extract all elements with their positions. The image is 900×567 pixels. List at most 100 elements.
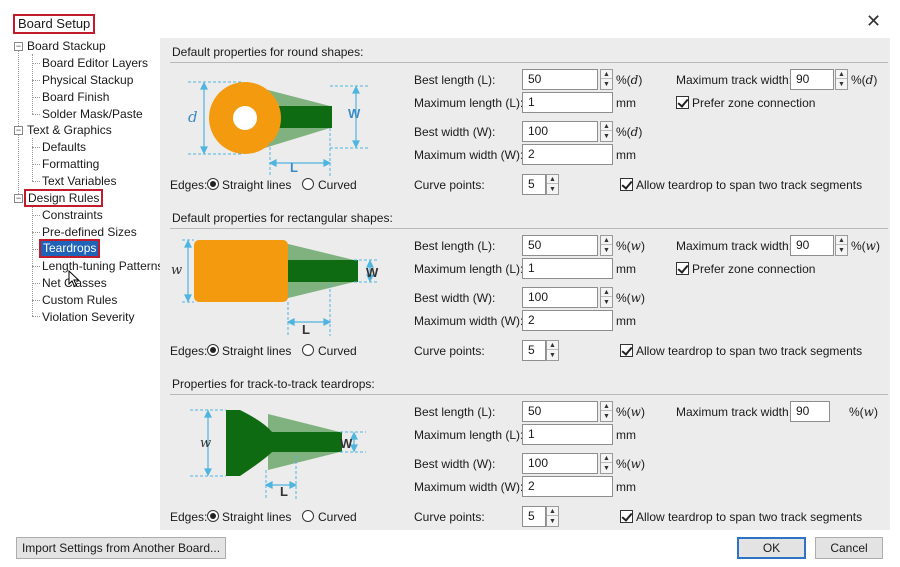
rect-teardrop-diagram [182, 239, 378, 336]
max-track-input[interactable]: 90 [790, 401, 830, 422]
edges-label: Edges: [170, 510, 208, 524]
best-width-input[interactable]: 100 [522, 287, 598, 308]
max-width-unit: mm [616, 314, 636, 328]
best-length-label: Best length (L): [414, 405, 496, 419]
max-track-unit: %(d) [851, 73, 878, 87]
max-width-input[interactable]: 2 [522, 310, 613, 331]
max-track-spinner[interactable]: ▲ ▼ [835, 235, 848, 256]
edges-straight-label[interactable]: Straight lines [222, 178, 291, 192]
allow-span-checkbox[interactable] [620, 344, 633, 357]
max-length-unit: mm [616, 96, 636, 110]
tree-item-formatting[interactable]: Formatting [42, 156, 99, 172]
diagram-label-d: d [188, 108, 198, 126]
allow-span-checkbox[interactable] [620, 178, 633, 191]
prefer-zone-label[interactable]: Prefer zone connection [692, 262, 815, 276]
tree-item-text-variables[interactable]: Text Variables [42, 173, 116, 189]
max-length-input[interactable]: 1 [522, 424, 613, 445]
tree-item-constraints[interactable]: Constraints [42, 207, 103, 223]
max-width-input[interactable]: 2 [522, 144, 613, 165]
max-length-input[interactable]: 1 [522, 92, 613, 113]
best-length-spinner[interactable]: ▲ ▼ [600, 235, 613, 256]
allow-span-checkbox[interactable] [620, 510, 633, 523]
best-length-spinner[interactable]: ▲ ▼ [600, 69, 613, 90]
tree-item-length-tuning-patterns[interactable]: Length-tuning Patterns [42, 258, 163, 274]
max-width-label: Maximum width (W): [414, 314, 524, 328]
max-track-input[interactable]: 90 [790, 235, 834, 256]
tree-item-text-graphics[interactable]: Text & Graphics [27, 122, 112, 138]
cancel-button[interactable]: Cancel [815, 537, 883, 559]
tree-item-defaults[interactable]: Defaults [42, 139, 86, 155]
tree-item-predefined-sizes[interactable]: Pre-defined Sizes [42, 224, 137, 240]
max-track-unit: %(w) [851, 239, 880, 253]
curve-points-input[interactable]: 5 [522, 340, 546, 361]
edges-curved-label[interactable]: Curved [318, 344, 357, 358]
prefer-zone-checkbox[interactable] [676, 96, 689, 109]
close-icon[interactable]: ✕ [866, 12, 881, 30]
curve-points-label: Curve points: [414, 178, 485, 192]
best-length-input[interactable]: 50 [522, 235, 598, 256]
edges-straight-radio[interactable] [207, 344, 219, 356]
edges-straight-radio[interactable] [207, 178, 219, 190]
allow-span-label[interactable]: Allow teardrop to span two track segment… [636, 344, 862, 358]
best-length-unit: %(w) [616, 405, 645, 419]
allow-span-label[interactable]: Allow teardrop to span two track segment… [636, 510, 862, 524]
round-teardrop-diagram [188, 81, 370, 176]
best-width-input[interactable]: 100 [522, 453, 598, 474]
tree-item-violation-severity[interactable]: Violation Severity [42, 309, 135, 325]
tree-item-physical-stackup[interactable]: Physical Stackup [42, 72, 133, 88]
collapse-text-graphics-icon[interactable]: − [14, 126, 23, 135]
max-length-label: Maximum length (L): [414, 428, 524, 442]
dialog-title: Board Setup [13, 14, 96, 34]
max-track-spinner[interactable]: ▲ ▼ [835, 69, 848, 90]
curve-points-input[interactable]: 5 [522, 174, 546, 195]
mouse-cursor-icon [68, 270, 80, 288]
best-width-spinner[interactable]: ▲ ▼ [600, 287, 613, 308]
import-settings-button[interactable]: Import Settings from Another Board... [16, 537, 226, 559]
edges-curved-radio[interactable] [302, 344, 314, 356]
edges-straight-radio[interactable] [207, 510, 219, 522]
edges-straight-label[interactable]: Straight lines [222, 510, 291, 524]
edges-curved-radio[interactable] [302, 510, 314, 522]
best-width-input[interactable]: 100 [522, 121, 598, 142]
tree-item-custom-rules[interactable]: Custom Rules [42, 292, 117, 308]
prefer-zone-label[interactable]: Prefer zone connection [692, 96, 815, 110]
best-length-spinner[interactable]: ▲ ▼ [600, 401, 613, 422]
best-length-input[interactable]: 50 [522, 69, 598, 90]
max-width-input[interactable]: 2 [522, 476, 613, 497]
tree-item-board-finish[interactable]: Board Finish [42, 89, 109, 105]
curve-points-spinner[interactable]: ▲ ▼ [546, 506, 559, 527]
tree-item-design-rules[interactable]: Design Rules [24, 189, 104, 207]
max-length-label: Maximum length (L): [414, 262, 524, 276]
edges-straight-label[interactable]: Straight lines [222, 344, 291, 358]
best-width-spinner[interactable]: ▲ ▼ [600, 121, 613, 142]
curve-points-spinner[interactable]: ▲ ▼ [546, 340, 559, 361]
max-width-unit: mm [616, 480, 636, 494]
max-track-input[interactable]: 90 [790, 69, 834, 90]
ok-button[interactable]: OK [737, 537, 806, 559]
tree-item-solder-mask-paste[interactable]: Solder Mask/Paste [42, 106, 143, 122]
allow-span-label[interactable]: Allow teardrop to span two track segment… [636, 178, 862, 192]
tree-item-board-stackup[interactable]: Board Stackup [27, 38, 106, 54]
tree-item-teardrops[interactable]: Teardrops [39, 239, 101, 258]
tree-item-board-editor-layers[interactable]: Board Editor Layers [42, 55, 148, 71]
collapse-board-stackup-icon[interactable]: − [14, 42, 23, 51]
best-width-label: Best width (W): [414, 125, 496, 139]
max-track-unit: %(w) [849, 405, 878, 419]
prefer-zone-checkbox[interactable] [676, 262, 689, 275]
best-length-unit: %(d) [616, 73, 643, 87]
diagram-label-l: L [302, 322, 310, 337]
edges-curved-radio[interactable] [302, 178, 314, 190]
curve-points-label: Curve points: [414, 344, 485, 358]
best-width-spinner[interactable]: ▲ ▼ [600, 453, 613, 474]
diagram-label-l: L [280, 484, 288, 499]
best-width-unit: %(d) [616, 125, 643, 139]
max-length-input[interactable]: 1 [522, 258, 613, 279]
best-length-input[interactable]: 50 [522, 401, 598, 422]
curve-points-spinner[interactable]: ▲ ▼ [546, 174, 559, 195]
edges-curved-label[interactable]: Curved [318, 178, 357, 192]
edges-curved-label[interactable]: Curved [318, 510, 357, 524]
curve-points-input[interactable]: 5 [522, 506, 546, 527]
best-width-unit: %(w) [616, 457, 645, 471]
collapse-design-rules-icon[interactable]: − [14, 194, 23, 203]
best-length-unit: %(w) [616, 239, 645, 253]
